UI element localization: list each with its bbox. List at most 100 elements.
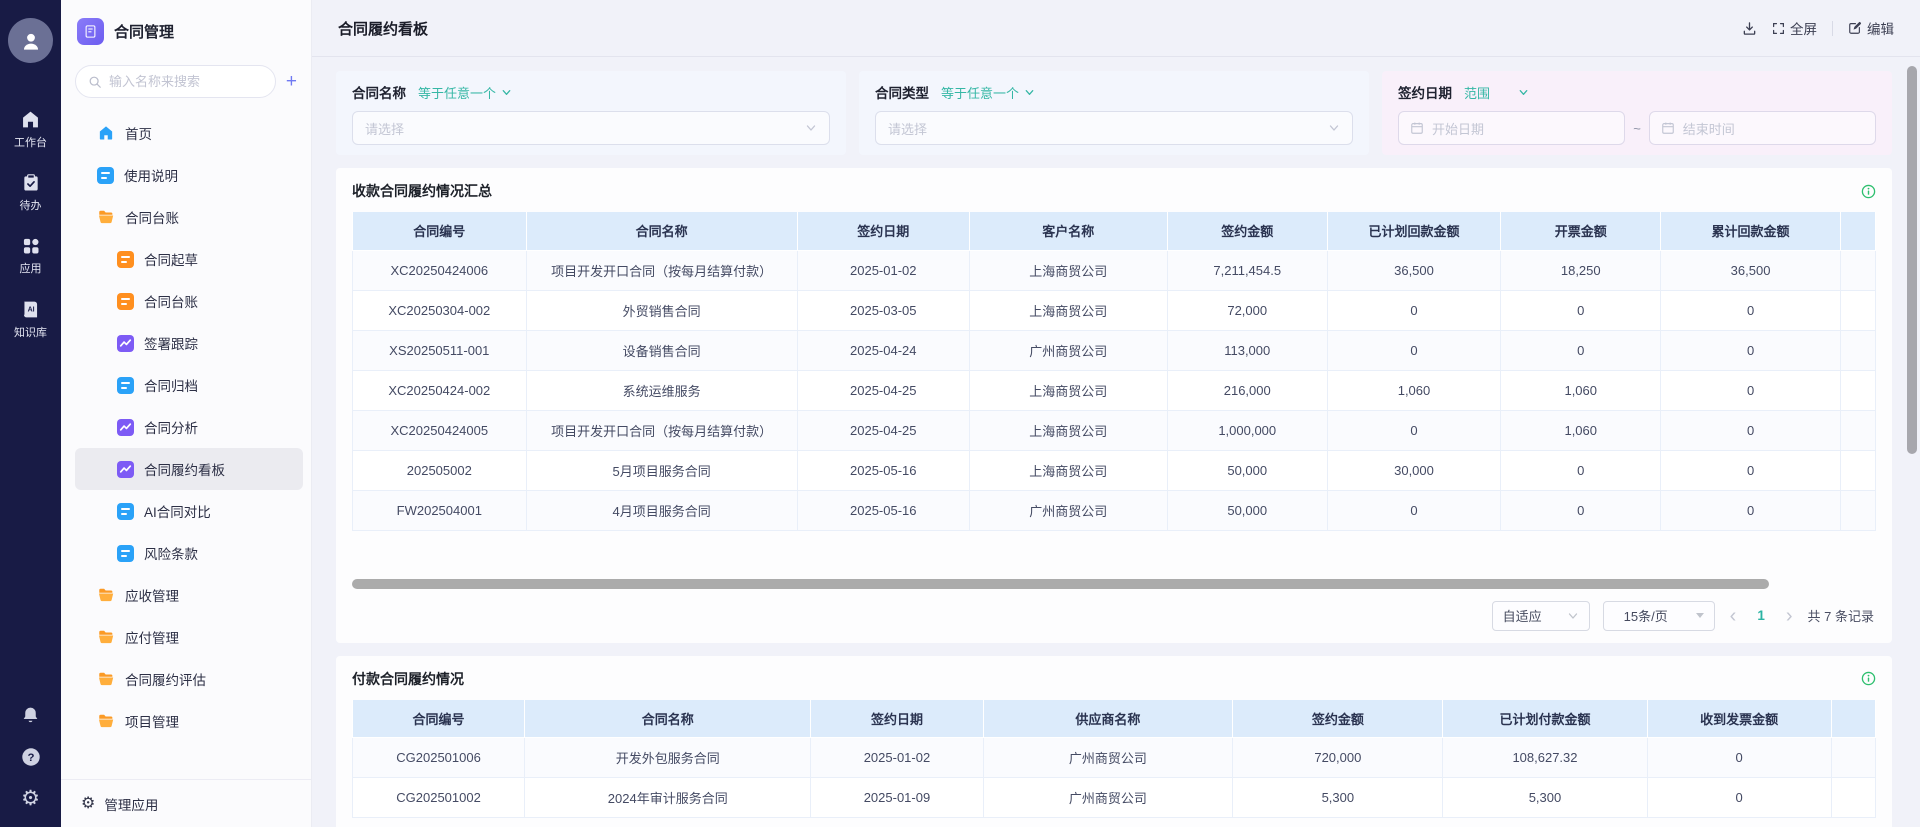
settings-gear-icon[interactable]: ⚙ — [21, 788, 40, 809]
manage-app-button[interactable]: ⚙ 管理应用 — [61, 779, 311, 827]
info-icon[interactable] — [1861, 671, 1876, 686]
contract-type-select[interactable]: 请选择 — [875, 111, 1353, 145]
download-button[interactable] — [1742, 21, 1757, 36]
folder-icon — [97, 208, 115, 226]
avatar[interactable] — [8, 18, 53, 63]
chevron-down-icon — [501, 87, 512, 98]
filter-contract-name: 合同名称 等于任意一个 请选择 — [336, 71, 846, 155]
chevron-down-icon — [805, 122, 817, 134]
workbench-home-icon — [20, 109, 41, 130]
table-row[interactable]: XC20250424006项目开发开口合同（按每月结算付款）2025-01-02… — [353, 250, 1876, 290]
folder-icon — [97, 628, 115, 646]
app-title: 合同管理 — [114, 21, 174, 42]
chart-icon — [117, 335, 134, 352]
rail-item-apps[interactable]: 应用 — [20, 236, 42, 276]
add-button[interactable]: + — [286, 72, 297, 91]
doc-icon — [117, 503, 134, 520]
sidebar-item-contract-ledger-group[interactable]: 合同台账 — [61, 196, 311, 238]
payable-table: 合同编号 合同名称 签约日期 供应商名称 签约金额 已计划付款金额 收到发票金额… — [352, 700, 1876, 819]
rail-item-knowledge[interactable]: AI 知识库 — [14, 299, 47, 340]
dashboard-content: 合同名称 等于任意一个 请选择 合同类型 — [312, 57, 1920, 827]
filter-contract-type: 合同类型 等于任意一个 请选择 — [859, 71, 1369, 155]
end-date-input[interactable]: 结束时间 — [1649, 111, 1876, 145]
calendar-icon — [1661, 121, 1675, 135]
rail-item-workbench[interactable]: 工作台 — [14, 109, 47, 150]
sidebar-item-receivable-mgmt[interactable]: 应收管理 — [61, 574, 311, 616]
table-row[interactable]: XS20250511-001设备销售合同2025-04-24广州商贸公司113,… — [353, 330, 1876, 370]
total-records: 共 7 条记录 — [1808, 606, 1874, 625]
sidebar-item-contract-draft[interactable]: 合同起草 — [61, 238, 311, 280]
start-date-input[interactable]: 开始日期 — [1398, 111, 1625, 145]
folder-icon — [97, 712, 115, 730]
pagination: 自适应 15条/页 ‹ 1 › 共 7 条记录 — [352, 601, 1876, 631]
sidebar-item-payable-mgmt[interactable]: 应付管理 — [61, 616, 311, 658]
sidebar-item-contract-analysis[interactable]: 合同分析 — [61, 406, 311, 448]
operator-dropdown[interactable]: 等于任意一个 — [418, 83, 512, 102]
table-header-row: 合同编号 合同名称 签约日期 客户名称 签约金额 已计划回款金额 开票金额 累计… — [353, 212, 1876, 250]
calendar-icon — [1410, 121, 1424, 135]
prev-page-button[interactable]: ‹ — [1728, 606, 1739, 626]
table-row[interactable]: CG2025010022024年审计服务合同2025-01-09广州商贸公司5,… — [353, 778, 1876, 818]
download-icon — [1742, 21, 1757, 36]
page-size-select[interactable]: 15条/页 — [1603, 601, 1715, 631]
doc-icon — [117, 377, 134, 394]
doc-icon — [117, 251, 134, 268]
svg-text:AI: AI — [28, 307, 35, 314]
knowledge-book-icon: AI — [20, 299, 41, 320]
sidebar-search[interactable] — [75, 65, 276, 98]
caret-down-icon — [1696, 613, 1704, 618]
contract-app-icon — [77, 18, 104, 45]
sidebar-item-instructions[interactable]: 使用说明 — [61, 154, 311, 196]
chevron-down-icon — [1024, 87, 1035, 98]
filter-signing-date: 签约日期 范围 开始日期 ~ — [1382, 71, 1892, 155]
sidebar-item-home[interactable]: 首页 — [61, 112, 311, 154]
sidebar-menu: 首页 使用说明 合同台账 合同起草 合同台账 签署跟踪 合同 — [61, 104, 311, 779]
help-icon[interactable]: ? — [20, 746, 42, 768]
vertical-scrollbar[interactable] — [1907, 66, 1917, 454]
operator-dropdown[interactable]: 范围 — [1464, 83, 1529, 102]
horizontal-scrollbar[interactable] — [352, 579, 1769, 589]
notification-bell-icon[interactable] — [20, 705, 41, 726]
table-row[interactable]: XC20250424-002系统运维服务2025-04-25上海商贸公司216,… — [353, 370, 1876, 410]
receivable-table: 合同编号 合同名称 签约日期 客户名称 签约金额 已计划回款金额 开票金额 累计… — [352, 212, 1876, 531]
sidebar-item-performance-dashboard[interactable]: 合同履约看板 — [75, 448, 303, 490]
section-title: 付款合同履约情况 — [352, 669, 464, 689]
contract-name-select[interactable]: 请选择 — [352, 111, 830, 145]
rail-item-todo[interactable]: 待办 — [20, 173, 42, 213]
main-area: 合同履约看板 全屏 编辑 — [312, 0, 1920, 827]
doc-icon — [117, 545, 134, 562]
sidebar-item-signing-tracking[interactable]: 签署跟踪 — [61, 322, 311, 364]
sidebar-item-project-mgmt[interactable]: 项目管理 — [61, 700, 311, 742]
divider — [1832, 21, 1833, 36]
edit-button[interactable]: 编辑 — [1848, 18, 1894, 38]
table-row[interactable]: FW2025040014月项目服务合同2025-05-16广州商贸公司50,00… — [353, 490, 1876, 530]
next-page-button[interactable]: › — [1784, 606, 1795, 626]
search-icon — [88, 75, 102, 89]
table-row[interactable]: CG202501006开发外包服务合同2025-01-02广州商贸公司720,0… — [353, 738, 1876, 778]
fullscreen-icon — [1772, 22, 1785, 35]
edit-icon — [1848, 21, 1862, 35]
sidebar-item-contract-ledger[interactable]: 合同台账 — [61, 280, 311, 322]
current-page[interactable]: 1 — [1751, 608, 1771, 623]
sidebar-item-contract-archive[interactable]: 合同归档 — [61, 364, 311, 406]
operator-dropdown[interactable]: 等于任意一个 — [941, 83, 1035, 102]
search-input[interactable] — [109, 74, 263, 89]
fit-mode-select[interactable]: 自适应 — [1492, 601, 1590, 631]
page-title: 合同履约看板 — [338, 18, 428, 39]
folder-icon — [97, 586, 115, 604]
table-row[interactable]: XC20250424005项目开发开口合同（按每月结算付款）2025-04-25… — [353, 410, 1876, 450]
table-row[interactable]: 2025050025月项目服务合同2025-05-16上海商贸公司50,0003… — [353, 450, 1876, 490]
chart-icon — [117, 419, 134, 436]
table-row[interactable]: XC20250304-002外贸销售合同2025-03-05上海商贸公司72,0… — [353, 290, 1876, 330]
svg-text:?: ? — [27, 752, 34, 764]
fullscreen-button[interactable]: 全屏 — [1772, 18, 1817, 38]
person-icon — [18, 28, 44, 54]
sidebar-item-ai-contract-compare[interactable]: AI合同对比 — [61, 490, 311, 532]
app-sidebar: 合同管理 + 首页 使用说明 合同台账 合同起草 — [61, 0, 312, 827]
sidebar-item-performance-evaluation[interactable]: 合同履约评估 — [61, 658, 311, 700]
chevron-down-icon — [1518, 87, 1529, 98]
left-rail: 工作台 待办 应用 AI 知识库 ? ⚙ — [0, 0, 61, 827]
sidebar-item-risk-clauses[interactable]: 风险条款 — [61, 532, 311, 574]
table-header-row: 合同编号 合同名称 签约日期 供应商名称 签约金额 已计划付款金额 收到发票金额 — [353, 700, 1876, 738]
info-icon[interactable] — [1861, 184, 1876, 199]
